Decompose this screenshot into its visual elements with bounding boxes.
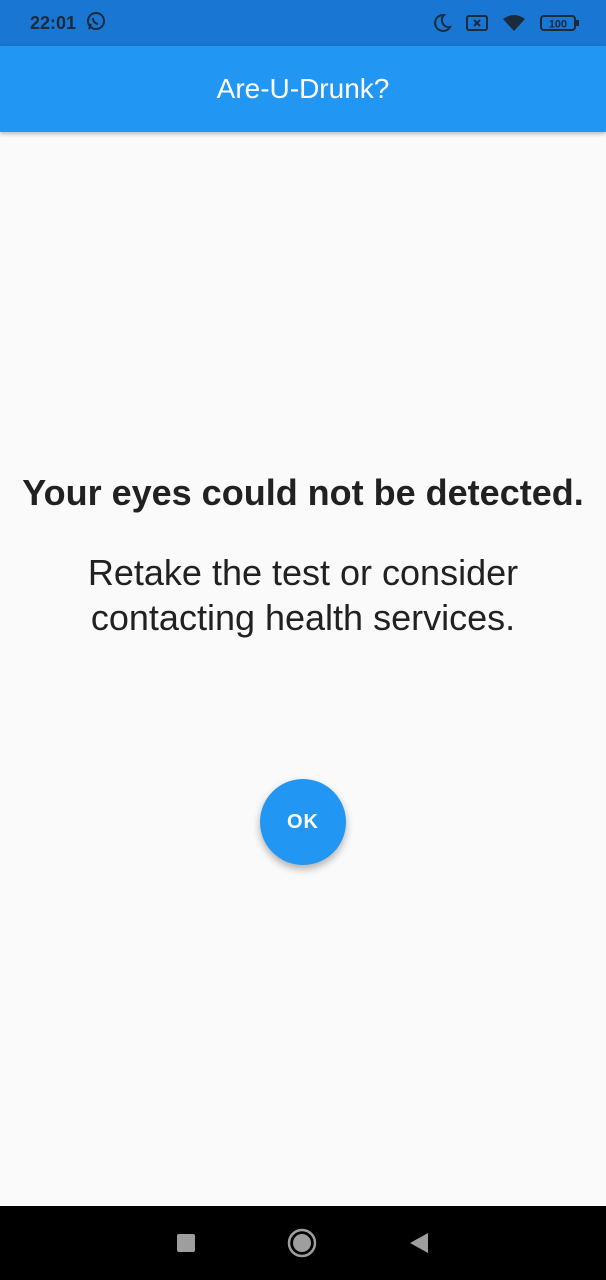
recents-square-icon[interactable] xyxy=(176,1233,196,1253)
status-time: 22:01 xyxy=(30,12,77,33)
result-heading: Your eyes could not be detected. xyxy=(22,472,584,513)
navigation-bar xyxy=(0,1206,606,1280)
wifi-icon xyxy=(502,14,526,32)
moon-icon xyxy=(432,13,452,33)
battery-icon: 100 xyxy=(540,14,580,32)
app-bar: Are-U-Drunk? xyxy=(0,46,606,132)
status-right: 100 xyxy=(432,13,580,33)
status-bar: 22:01 100 xyxy=(0,0,606,46)
back-triangle-icon[interactable] xyxy=(408,1232,430,1254)
battery-level: 100 xyxy=(549,19,567,31)
main-content: Your eyes could not be detected. Retake … xyxy=(0,132,606,1206)
home-circle-icon[interactable] xyxy=(287,1228,317,1258)
ok-button[interactable]: OK xyxy=(260,779,346,865)
sim-x-icon xyxy=(466,14,488,32)
result-message: Retake the test or consider contacting h… xyxy=(87,552,519,638)
status-left: 22:01 xyxy=(30,11,106,36)
app-title: Are-U-Drunk? xyxy=(216,73,390,104)
whatsapp-icon xyxy=(86,11,106,36)
